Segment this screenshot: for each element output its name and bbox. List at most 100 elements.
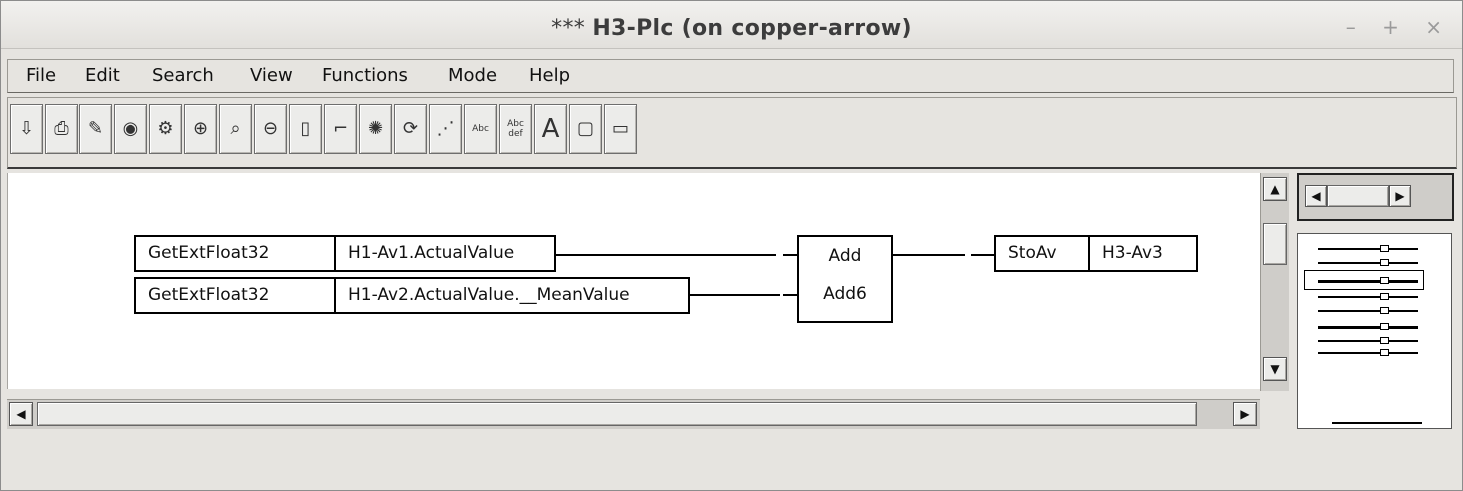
nav-wire [1318, 326, 1418, 329]
vertical-scrollbar[interactable]: ▲ ▼ [1260, 173, 1289, 391]
wire-row2 [690, 294, 780, 296]
menu-help[interactable]: Help [529, 65, 570, 86]
add-instance-label: Add6 [823, 284, 867, 304]
text-small-icon: Abc [472, 124, 489, 134]
wire-add-out-end [971, 254, 995, 256]
nav-block [1380, 277, 1389, 284]
navigator-scrollbar[interactable]: ◀ ▶ [1297, 173, 1454, 221]
save-icon: ⇩ [18, 118, 35, 139]
view-eye-button[interactable]: ◉ [114, 104, 147, 154]
close-button[interactable]: × [1425, 15, 1442, 39]
minimize-button[interactable]: – [1346, 15, 1356, 39]
menu-file[interactable]: File [26, 65, 56, 86]
wire-row2-end [783, 294, 798, 296]
menu-edit[interactable]: Edit [85, 65, 120, 86]
scroll-right-button[interactable]: ▶ [1233, 402, 1257, 426]
nav-block [1380, 245, 1389, 252]
window-button[interactable]: ▭ [604, 104, 637, 154]
block-signal-av1[interactable]: H1-Av1.ActualValue [334, 235, 556, 272]
title-modified-marker: *** [551, 16, 586, 41]
text-large-icon: A [541, 114, 560, 144]
nav-block [1380, 349, 1389, 356]
window-title: *** H3-Plc (on copper-arrow) [1, 16, 1462, 41]
text-small-button[interactable]: Abc [464, 104, 497, 154]
document-icon: ▢ [576, 118, 594, 139]
window-controls: – + × [1326, 15, 1442, 39]
wire-add-out [893, 254, 965, 256]
nav-wire [1332, 422, 1422, 424]
view-eye-icon: ◉ [122, 118, 139, 139]
refresh-button[interactable]: ⟳ [394, 104, 427, 154]
horizontal-scrollbar[interactable]: ◀ ▶ [7, 399, 1260, 429]
scroll-down-button[interactable]: ▼ [1263, 357, 1287, 381]
navigator-scroll-left-button[interactable]: ◀ [1305, 185, 1327, 207]
plc-editor-canvas[interactable]: GetExtFloat32 H1-Av1.ActualValue GetExtF… [7, 173, 1260, 389]
print-button[interactable]: ⎙ [45, 104, 78, 154]
menu-mode[interactable]: Mode [448, 65, 497, 86]
horizontal-scroll-thumb[interactable] [37, 402, 1197, 426]
connect-button[interactable]: ⌐ [324, 104, 357, 154]
navigator-overview[interactable] [1297, 233, 1452, 429]
text-large-button[interactable]: A [534, 104, 567, 154]
maximize-button[interactable]: + [1382, 15, 1399, 39]
object-button[interactable]: ▯ [289, 104, 322, 154]
build-gear-button[interactable]: ⚙ [149, 104, 182, 154]
window-icon: ▭ [611, 118, 629, 139]
block-getextfloat32-1[interactable]: GetExtFloat32 [134, 235, 336, 272]
scroll-left-button[interactable]: ◀ [9, 402, 33, 426]
nav-wire [1318, 352, 1418, 354]
nav-wire [1318, 262, 1418, 264]
menu-view[interactable]: View [250, 65, 293, 86]
nav-wire [1318, 280, 1418, 283]
vertical-scroll-thumb[interactable] [1263, 223, 1287, 265]
nav-wire [1318, 296, 1418, 298]
connect-icon: ⌐ [332, 118, 349, 139]
toolbar: ⇩ ⎙ ✎ ◉ ⚙ ⊕ ⌕ ⊖ ▯ ⌐ ✺ ⟳ ⋰ Abc Abc def A ▢ ▭ [7, 97, 1457, 169]
block-add[interactable]: Add Add6 [797, 235, 893, 323]
zoom-in-button[interactable]: ⊕ [184, 104, 217, 154]
save-button[interactable]: ⇩ [10, 104, 43, 154]
edit-pencil-icon: ✎ [87, 118, 104, 139]
add-label: Add [828, 246, 862, 266]
redraw-icon: ✺ [367, 118, 384, 139]
block-signal-av2[interactable]: H1-Av2.ActualValue.__MeanValue [334, 277, 690, 314]
redraw-button[interactable]: ✺ [359, 104, 392, 154]
zoom-reset-icon: ⊖ [262, 118, 279, 139]
block-getextfloat32-2[interactable]: GetExtFloat32 [134, 277, 336, 314]
grid-button[interactable]: ⋰ [429, 104, 462, 154]
block-output-av3[interactable]: H3-Av3 [1088, 235, 1198, 272]
title-text: H3-Plc (on copper-arrow) [592, 16, 912, 41]
zoom-in-icon: ⊕ [192, 118, 209, 139]
print-icon: ⎙ [54, 118, 69, 139]
text-two-line-button[interactable]: Abc def [499, 104, 532, 154]
nav-wire [1318, 340, 1418, 342]
document-button[interactable]: ▢ [569, 104, 602, 154]
object-icon: ▯ [300, 118, 311, 139]
refresh-icon: ⟳ [402, 118, 419, 139]
wire-row1 [556, 254, 776, 256]
zoom-button[interactable]: ⌕ [219, 104, 252, 154]
nav-block [1380, 307, 1389, 314]
menu-search[interactable]: Search [152, 65, 214, 86]
nav-block [1380, 337, 1389, 344]
nav-block [1380, 293, 1389, 300]
nav-block [1380, 259, 1389, 266]
zoom-icon: ⌕ [230, 118, 241, 139]
application-window: *** H3-Plc (on copper-arrow) – + × File … [0, 0, 1463, 491]
scroll-up-button[interactable]: ▲ [1263, 177, 1287, 201]
nav-wire [1318, 248, 1418, 250]
navigator-scroll-right-button[interactable]: ▶ [1389, 185, 1411, 207]
zoom-reset-button[interactable]: ⊖ [254, 104, 287, 154]
nav-block [1380, 323, 1389, 330]
text-two-line-icon: Abc def [507, 119, 524, 139]
menu-functions[interactable]: Functions [322, 65, 408, 86]
title-bar[interactable]: *** H3-Plc (on copper-arrow) – + × [1, 1, 1462, 49]
grid-icon: ⋰ [436, 118, 455, 139]
edit-pencil-button[interactable]: ✎ [79, 104, 112, 154]
block-stoav[interactable]: StoAv [994, 235, 1090, 272]
nav-wire [1318, 310, 1418, 312]
navigator-scroll-thumb[interactable] [1327, 185, 1389, 207]
wire-row1-end [783, 254, 798, 256]
menu-bar: File Edit Search View Functions Mode Hel… [7, 59, 1454, 93]
build-gear-icon: ⚙ [157, 118, 174, 139]
